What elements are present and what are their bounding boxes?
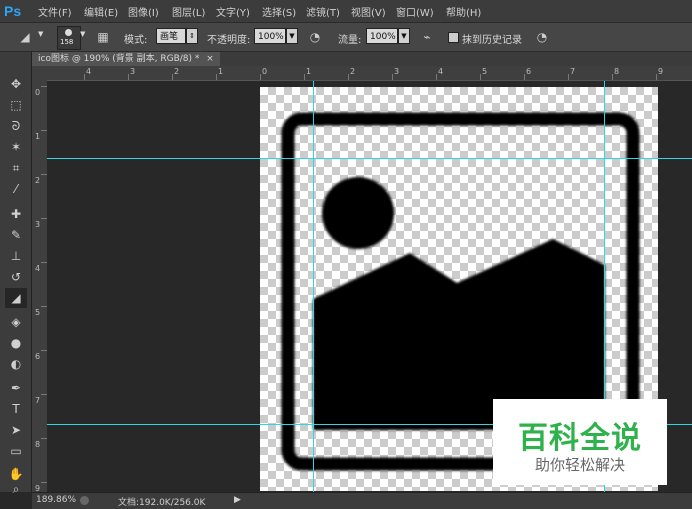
ruler-tick-label: 2 — [174, 67, 180, 76]
document-size-info: 文档:192.0K/256.0K — [118, 498, 206, 508]
ruler-tick-label: 0 — [262, 67, 268, 76]
ruler-tick-label: 3 — [130, 67, 136, 76]
ruler-tick-label: 8 — [35, 440, 41, 449]
eyedropper-tool-icon[interactable]: ⁄ — [5, 179, 27, 199]
menu-edit[interactable]: 编辑(E) — [84, 4, 118, 19]
ruler-tick-label: 9 — [35, 484, 41, 492]
brush-panel-icon[interactable]: ▦ — [94, 28, 112, 46]
ruler-tick-label: 1 — [306, 67, 312, 76]
menu-type[interactable]: 文字(Y) — [216, 4, 250, 19]
eraser-tool-icon[interactable]: ◢ — [5, 288, 27, 308]
ruler-origin[interactable] — [32, 66, 47, 80]
crop-tool-icon[interactable]: ⌗ — [5, 158, 27, 178]
menu-view[interactable]: 视图(V) — [351, 4, 386, 19]
path-select-tool-icon[interactable]: ➤ — [5, 420, 27, 440]
menu-file[interactable]: 文件(F) — [38, 4, 72, 19]
erase-history-label: 抹到历史记录 — [462, 35, 522, 46]
close-tab-icon[interactable]: × — [206, 54, 214, 64]
tools-panel: ✥ ⬚ ᘐ ✶ ⌗ ⁄ ✚ ✎ ⊥ ↺ ◢ ◈ ● ◐ ✒ T ➤ ▭ ✋ ⌕ — [0, 52, 32, 494]
watermark-logo: 百科全说 助你轻松解决 — [493, 399, 667, 485]
ruler-tick-label: 3 — [35, 220, 41, 229]
flow-input[interactable]: 100% — [366, 28, 398, 44]
brush-tool-icon[interactable]: ✎ — [5, 225, 27, 245]
ruler-tick-label: 0 — [35, 88, 41, 97]
ruler-tick-label: 5 — [482, 67, 488, 76]
menu-select[interactable]: 选择(S) — [262, 4, 296, 19]
brush-dropdown-icon[interactable]: ▼ — [80, 30, 85, 38]
flow-label: 流量: — [338, 35, 362, 46]
opacity-dropdown-icon[interactable]: ▼ — [286, 28, 298, 44]
document-tab[interactable]: ico图标 @ 190% (背景 副本, RGB/8) * × — [32, 52, 220, 66]
shape-tool-icon[interactable]: ▭ — [5, 441, 27, 461]
horizontal-guide[interactable] — [47, 158, 692, 159]
mode-select[interactable]: 画笔 — [156, 28, 186, 44]
ruler-tick-label: 2 — [35, 176, 41, 185]
ruler-tick-label: 4 — [35, 264, 41, 273]
menu-layer[interactable]: 图层(L) — [172, 4, 205, 19]
lasso-tool-icon[interactable]: ᘐ — [5, 116, 27, 136]
ruler-tick-label: 8 — [614, 67, 620, 76]
ruler-tick-label: 1 — [218, 67, 224, 76]
status-menu-arrow-icon[interactable]: ▶ — [234, 495, 241, 505]
menu-help[interactable]: 帮助(H) — [446, 4, 481, 19]
pen-tool-icon[interactable]: ✒ — [5, 378, 27, 398]
watermark-title: 百科全说 — [518, 421, 642, 456]
status-info-icon[interactable] — [80, 496, 89, 505]
ruler-tick-label: 5 — [35, 308, 41, 317]
ruler-tick-label: 7 — [570, 67, 576, 76]
brush-preview[interactable]: 158 — [57, 26, 81, 50]
healing-brush-tool-icon[interactable]: ✚ — [5, 204, 27, 224]
flow-dropdown-icon[interactable]: ▼ — [398, 28, 410, 44]
brush-tip-icon — [65, 29, 72, 36]
menu-bar: Ps 文件(F) 编辑(E) 图像(I) 图层(L) 文字(Y) 选择(S) 滤… — [0, 0, 692, 23]
magic-wand-tool-icon[interactable]: ✶ — [5, 137, 27, 157]
type-tool-icon[interactable]: T — [5, 399, 27, 419]
document-tab-bar: ico图标 @ 190% (背景 副本, RGB/8) * × — [32, 52, 692, 66]
menu-image[interactable]: 图像(I) — [128, 4, 159, 19]
ruler-tick-label: 2 — [350, 67, 356, 76]
preset-dropdown-icon[interactable]: ▼ — [38, 30, 43, 38]
vertical-guide[interactable] — [313, 81, 314, 492]
pressure-opacity-icon[interactable]: ◔ — [306, 28, 324, 46]
mode-dropdown-icon[interactable]: ⇕ — [186, 28, 198, 44]
ruler-tick-label: 9 — [658, 67, 664, 76]
brush-size-value: 158 — [60, 38, 74, 46]
watermark-subtitle: 助你轻松解决 — [534, 456, 625, 474]
eraser-preset-icon[interactable]: ◢ — [16, 28, 34, 46]
vertical-ruler[interactable]: 0 1 2 3 4 5 6 7 8 9 — [32, 80, 48, 492]
horizontal-ruler[interactable]: 4 3 2 1 0 1 2 3 4 5 6 7 8 9 — [47, 66, 692, 81]
blur-tool-icon[interactable]: ● — [5, 333, 27, 353]
menu-filter[interactable]: 滤镜(T) — [306, 4, 340, 19]
app-logo: Ps — [4, 3, 22, 19]
paint-bucket-tool-icon[interactable]: ◈ — [5, 312, 27, 332]
ruler-tick-label: 4 — [86, 67, 92, 76]
sun-icon — [322, 177, 394, 249]
airbrush-icon[interactable]: ⌁ — [418, 28, 436, 46]
menu-window[interactable]: 窗口(W) — [396, 4, 434, 19]
ruler-tick-label: 6 — [526, 67, 532, 76]
mode-label: 模式: — [124, 35, 148, 46]
marquee-tool-icon[interactable]: ⬚ — [5, 95, 27, 115]
erase-history-checkbox[interactable] — [448, 32, 459, 43]
ruler-tick-label: 6 — [35, 352, 41, 361]
ruler-tick-label: 3 — [394, 67, 400, 76]
opacity-label: 不透明度: — [207, 35, 251, 46]
pressure-size-icon[interactable]: ◔ — [533, 28, 551, 46]
ruler-tick-label: 4 — [438, 67, 444, 76]
options-bar: ◢ ▼ 158 ▼ ▦ 模式: 画笔 ⇕ 不透明度: 100% ▼ ◔ 流量: … — [0, 23, 692, 52]
ruler-tick-label: 7 — [35, 396, 41, 405]
hand-tool-icon[interactable]: ✋ — [5, 464, 27, 484]
ruler-tick-label: 1 — [35, 132, 41, 141]
zoom-level[interactable]: 189.86% — [36, 495, 76, 505]
opacity-input[interactable]: 100% — [254, 28, 286, 44]
clone-stamp-tool-icon[interactable]: ⊥ — [5, 246, 27, 266]
move-tool-icon[interactable]: ✥ — [5, 74, 27, 94]
document-tab-title: ico图标 @ 190% (背景 副本, RGB/8) * — [38, 54, 200, 64]
status-bar: 189.86% 文档:192.0K/256.0K ▶ — [32, 492, 692, 509]
dodge-tool-icon[interactable]: ◐ — [5, 354, 27, 374]
history-brush-tool-icon[interactable]: ↺ — [5, 267, 27, 287]
zoom-tool-icon[interactable]: ⌕ — [5, 484, 27, 494]
